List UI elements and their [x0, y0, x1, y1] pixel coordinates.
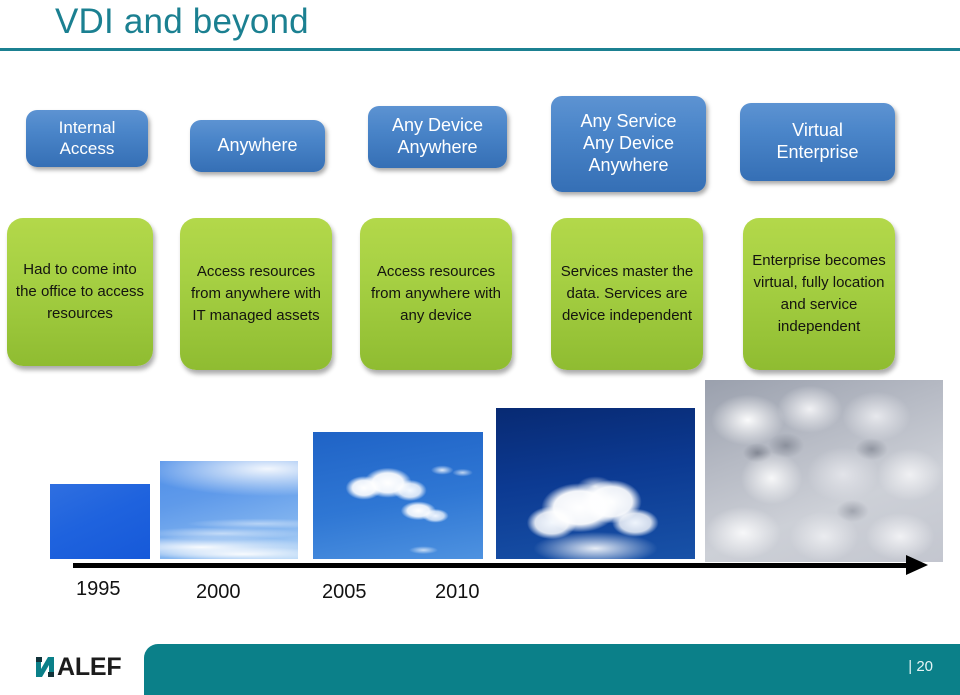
green-box-text: Access resources from anywhere with any … [370, 262, 502, 325]
timeline-year-2005: 2005 [322, 581, 367, 603]
blue-box-line: Any Device [391, 115, 484, 136]
green-box-text: Had to come into the office to access re… [15, 260, 145, 323]
blue-box-line: Anywhere [217, 135, 298, 156]
page-number: | 20 [908, 658, 933, 675]
stage-blue-box-5: Virtual Enterprise [740, 103, 895, 181]
stage-green-box-1: Had to come into the office to access re… [7, 218, 153, 366]
timeline-arrow-icon [906, 555, 928, 575]
blue-box-line: Any Service [580, 111, 677, 132]
stage-green-box-5: Enterprise becomes virtual, fully locati… [743, 218, 895, 370]
blue-box-line: Access [59, 138, 115, 158]
blue-box-line: Any Device [582, 133, 675, 154]
timeline-image-solid-blue-sky [50, 484, 150, 559]
page-title: VDI and beyond [55, 2, 309, 41]
timeline-year-1995: 1995 [76, 578, 121, 600]
stage-blue-box-4: Any Service Any Device Anywhere [551, 96, 706, 192]
blue-box-line: Anywhere [588, 154, 669, 175]
blue-box-line: Internal [58, 117, 116, 137]
timeline-image-large-cumulus-cloud [496, 408, 695, 559]
alef-logo-text: ALEF [57, 652, 122, 681]
stage-blue-box-3: Any Device Anywhere [368, 106, 507, 168]
footer-bar: | 20 [144, 644, 960, 695]
timeline-image-dense-cloud-mass [705, 380, 943, 562]
title-divider [0, 48, 960, 51]
blue-box-line: Virtual [792, 120, 843, 141]
stage-blue-box-2: Anywhere [190, 120, 325, 172]
timeline-image-wispy-cirrus-sky [160, 461, 298, 559]
timeline-year-2000: 2000 [196, 581, 241, 603]
green-box-text: Services master the data. Services are d… [560, 262, 694, 325]
stage-green-box-3: Access resources from anywhere with any … [360, 218, 512, 370]
blue-box-line: Enterprise [776, 142, 859, 162]
blue-box-line: Anywhere [397, 137, 478, 157]
timeline-year-2010: 2010 [435, 581, 480, 603]
alef-logo: ALEF [34, 652, 122, 682]
green-box-text: Enterprise becomes virtual, fully locati… [752, 251, 886, 336]
timeline-image-blue-sky-small-clouds [313, 432, 483, 559]
slide-canvas: VDI and beyond Internal Access Anywhere … [0, 0, 960, 695]
alef-n-mark-icon [36, 657, 54, 677]
stage-blue-box-1: Internal Access [26, 110, 148, 167]
stage-green-box-2: Access resources from anywhere with IT m… [180, 218, 332, 370]
green-box-text: Access resources from anywhere with IT m… [190, 262, 322, 325]
timeline-axis-line [73, 563, 913, 568]
stage-green-box-4: Services master the data. Services are d… [551, 218, 703, 370]
